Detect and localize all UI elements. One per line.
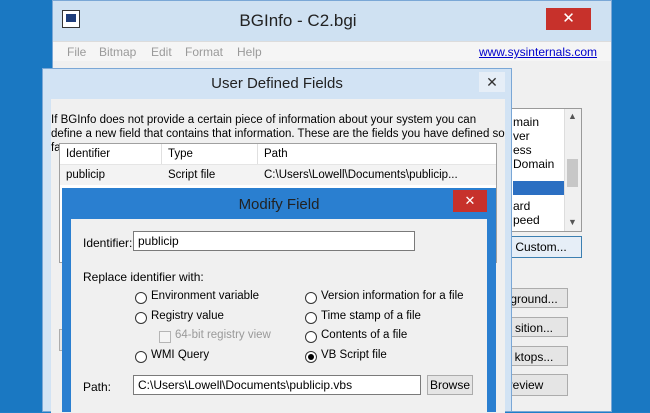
radio-registry-value[interactable] — [135, 312, 147, 324]
custom-button[interactable]: Custom... — [500, 236, 582, 258]
modify-dialog-title[interactable]: Modify Field — [63, 189, 495, 219]
radio-environment-variable[interactable] — [135, 292, 147, 304]
cell-identifier[interactable]: publicip — [60, 166, 105, 184]
cell-path[interactable]: C:\Users\Lowell\Documents\publicip... — [258, 166, 458, 184]
identifier-input[interactable]: publicip — [133, 231, 415, 251]
udf-dialog-title[interactable]: User Defined Fields — [43, 69, 511, 99]
menu-bitmap[interactable]: Bitmap — [99, 45, 136, 59]
identifier-label: Identifier: — [83, 236, 133, 250]
path-input[interactable]: C:\Users\Lowell\Documents\publicip.vbs — [133, 375, 421, 395]
cell-type[interactable]: Script file — [162, 166, 215, 184]
close-icon: ✕ — [464, 193, 476, 208]
menu-edit[interactable]: Edit — [151, 45, 172, 59]
menu-help[interactable]: Help — [237, 45, 262, 59]
checkbox-64bit-registry[interactable] — [159, 331, 171, 343]
column-header-path[interactable]: Path — [258, 144, 498, 164]
radio-label-vb-script-file[interactable]: VB Script file — [321, 349, 387, 361]
udf-close-button[interactable]: ✕ — [479, 72, 505, 92]
replace-identifier-label: Replace identifier with: — [83, 270, 204, 284]
scroll-up-icon[interactable]: ▲ — [568, 111, 577, 121]
scroll-down-icon[interactable]: ▼ — [568, 217, 577, 227]
modify-field-dialog: Modify Field ✕ Identifier: publicip Repl… — [62, 188, 496, 413]
main-window-title: BGInfo - C2.bgi — [239, 11, 357, 30]
menu-file[interactable]: File — [67, 45, 86, 59]
close-icon: ✕ — [486, 74, 498, 90]
column-header-identifier[interactable]: Identifier — [60, 144, 162, 164]
radio-contents-of-file[interactable] — [305, 331, 317, 343]
list-item[interactable]: ess — [513, 143, 532, 157]
fields-scrollbar[interactable]: ▲ ▼ — [564, 109, 581, 231]
radio-time-stamp[interactable] — [305, 312, 317, 324]
radio-label-contents-of-file[interactable]: Contents of a file — [321, 329, 407, 341]
close-icon: ✕ — [562, 10, 575, 27]
main-title-bar[interactable]: BGInfo - C2.bgi — [53, 1, 613, 41]
list-item-selected[interactable] — [513, 181, 565, 195]
column-header-type[interactable]: Type — [162, 144, 258, 164]
main-close-button[interactable]: ✕ — [546, 8, 591, 30]
radio-label-wmi-query[interactable]: WMI Query — [151, 349, 209, 361]
desktop-background-right — [612, 0, 650, 412]
list-item[interactable]: ver — [513, 129, 530, 143]
modify-dialog-body: Identifier: publicip Replace identifier … — [71, 219, 487, 413]
sysinternals-link[interactable]: www.sysinternals.com — [479, 45, 597, 59]
radio-wmi-query[interactable] — [135, 351, 147, 363]
menu-format[interactable]: Format — [185, 45, 223, 59]
radio-label-time-stamp[interactable]: Time stamp of a file — [321, 310, 421, 322]
modify-close-button[interactable]: ✕ — [453, 190, 487, 212]
list-item[interactable]: peed — [513, 213, 540, 227]
list-item[interactable]: main — [513, 115, 539, 129]
radio-label-environment-variable[interactable]: Environment variable — [151, 290, 259, 302]
list-item[interactable]: ard — [513, 199, 530, 213]
radio-vb-script-file[interactable] — [305, 351, 317, 363]
list-item[interactable]: ype — [513, 227, 532, 231]
checkbox-label-64bit-registry[interactable]: 64-bit registry view — [175, 329, 271, 341]
browse-button[interactable]: Browse — [427, 375, 473, 395]
main-menu-bar: File Bitmap Edit Format Help www.sysinte… — [53, 41, 611, 62]
path-label: Path: — [83, 380, 112, 394]
list-item[interactable]: Domain — [513, 157, 554, 171]
scroll-thumb[interactable] — [567, 159, 578, 187]
radio-version-information[interactable] — [305, 292, 317, 304]
radio-label-version-information[interactable]: Version information for a file — [321, 290, 464, 302]
radio-label-registry-value[interactable]: Registry value — [151, 310, 224, 322]
